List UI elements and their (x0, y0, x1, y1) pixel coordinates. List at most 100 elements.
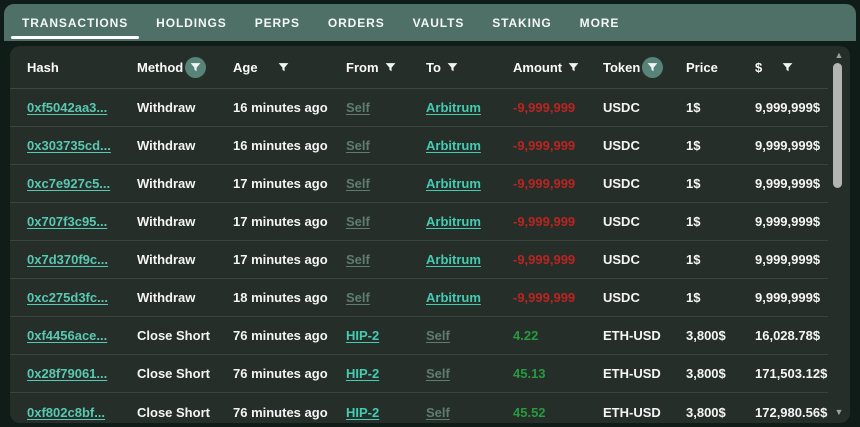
column-header-price: Price (686, 60, 755, 75)
amount-value: -9,999,999 (513, 214, 575, 229)
usd-value: 172,980.56$ (755, 405, 827, 420)
column-header-from: From (346, 60, 426, 75)
filter-icon[interactable] (277, 61, 290, 74)
from-link[interactable]: Self (346, 214, 370, 229)
to-link[interactable]: Self (426, 366, 450, 381)
token-value: USDC (603, 100, 640, 115)
to-link[interactable]: Arbitrum (426, 176, 481, 191)
column-label: Price (686, 60, 718, 75)
column-label: To (426, 60, 441, 75)
price-value: 1$ (686, 138, 700, 153)
column-header-age: Age (233, 60, 346, 75)
age-value: 76 minutes ago (233, 366, 328, 381)
token-value: USDC (603, 290, 640, 305)
column-header-method: Method (137, 57, 233, 78)
amount-value: -9,999,999 (513, 290, 575, 305)
column-header-amount: Amount (513, 60, 603, 75)
to-link[interactable]: Arbitrum (426, 138, 481, 153)
age-value: 18 minutes ago (233, 290, 328, 305)
usd-value: 9,999,999$ (755, 138, 820, 153)
to-link[interactable]: Arbitrum (426, 252, 481, 267)
table-row: 0xf802c8bf... Close Short 76 minutes ago HI… (10, 393, 828, 423)
amount-value: -9,999,999 (513, 252, 575, 267)
method-value: Withdraw (137, 290, 195, 305)
age-value: 76 minutes ago (233, 405, 328, 420)
to-link[interactable]: Self (426, 405, 450, 420)
filter-icon[interactable] (446, 61, 459, 74)
age-value: 76 minutes ago (233, 328, 328, 343)
from-link[interactable]: Self (346, 176, 370, 191)
from-link[interactable]: Self (346, 252, 370, 267)
price-value: 1$ (686, 252, 700, 267)
to-link[interactable]: Arbitrum (426, 100, 481, 115)
method-value: Withdraw (137, 100, 195, 115)
hash-link[interactable]: 0x28f79061... (27, 366, 107, 381)
age-value: 16 minutes ago (233, 138, 328, 153)
table-header-row: HashMethodAgeFromToAmountTokenPrice$ (10, 46, 828, 89)
token-value: USDC (603, 252, 640, 267)
hash-link[interactable]: 0xf802c8bf... (27, 405, 105, 420)
scrollbar[interactable]: ▲ ▼ (828, 46, 850, 423)
filter-icon[interactable] (567, 61, 580, 74)
filter-icon[interactable] (384, 61, 397, 74)
tab-holdings[interactable]: HOLDINGS (142, 4, 241, 41)
tab-perps[interactable]: PERPS (241, 4, 314, 41)
method-value: Withdraw (137, 176, 195, 191)
hash-link[interactable]: 0xc275d3fc... (27, 290, 108, 305)
to-link[interactable]: Arbitrum (426, 214, 481, 229)
token-value: USDC (603, 214, 640, 229)
to-link[interactable]: Arbitrum (426, 290, 481, 305)
hash-link[interactable]: 0x707f3c95... (27, 214, 107, 229)
column-label: Age (233, 60, 258, 75)
column-label: $ (755, 60, 762, 75)
token-value: ETH-USD (603, 405, 661, 420)
tab-transactions[interactable]: TRANSACTIONS (8, 4, 142, 41)
amount-value: 45.52 (513, 405, 546, 420)
amount-value: -9,999,999 (513, 100, 575, 115)
method-value: Close Short (137, 405, 210, 420)
amount-value: 45.13 (513, 366, 546, 381)
from-link[interactable]: HIP-2 (346, 405, 379, 420)
amount-value: 4.22 (513, 328, 538, 343)
table-row: 0x7d370f9c...Withdraw17 minutes agoSelfA… (10, 241, 828, 279)
method-value: Withdraw (137, 138, 195, 153)
table-row: 0xf5042aa3...Withdraw16 minutes agoSelfA… (10, 89, 828, 127)
tab-more[interactable]: MORE (566, 4, 634, 41)
filter-icon[interactable] (185, 57, 206, 78)
table-row: 0x28f79061... Close Short 76 minutes ago HI… (10, 355, 828, 393)
price-value: 3,800$ (686, 328, 726, 343)
table-row: 0x707f3c95...Withdraw17 minutes agoSelfA… (10, 203, 828, 241)
usd-value: 9,999,999$ (755, 252, 820, 267)
price-value: 3,800$ (686, 366, 726, 381)
token-value: ETH-USD (603, 366, 661, 381)
table-row: 0x303735cd... Withdraw 16 minutes ago Self A… (10, 127, 828, 165)
token-value: USDC (603, 138, 640, 153)
from-link[interactable]: Self (346, 290, 370, 305)
hash-link[interactable]: 0x7d370f9c... (27, 252, 108, 267)
hash-link[interactable]: 0x303735cd... (27, 138, 111, 153)
filter-icon[interactable] (781, 61, 794, 74)
from-link[interactable]: HIP-2 (346, 366, 379, 381)
token-value: ETH-USD (603, 328, 661, 343)
price-value: 1$ (686, 214, 700, 229)
scroll-down-icon[interactable]: ▼ (828, 408, 850, 417)
hash-link[interactable]: 0xf5042aa3... (27, 100, 107, 115)
tab-staking[interactable]: STAKING (478, 4, 565, 41)
hash-link[interactable]: 0xc7e927c5... (27, 176, 110, 191)
tab-vaults[interactable]: VAULTS (399, 4, 479, 41)
scroll-up-icon[interactable]: ▲ (828, 51, 850, 60)
hash-link[interactable]: 0xf4456ace... (27, 328, 107, 343)
to-link[interactable]: Self (426, 328, 450, 343)
tab-orders[interactable]: ORDERS (314, 4, 399, 41)
method-value: Close Short (137, 366, 210, 381)
filter-icon[interactable] (642, 57, 663, 78)
from-link[interactable]: Self (346, 138, 370, 153)
age-value: 17 minutes ago (233, 252, 328, 267)
table-body: 0xf5042aa3... Withdraw 16 minutes ago Self A… (10, 89, 828, 423)
scrollbar-thumb[interactable] (833, 63, 842, 188)
column-header-to: To (426, 60, 513, 75)
age-value: 17 minutes ago (233, 176, 328, 191)
from-link[interactable]: HIP-2 (346, 328, 379, 343)
usd-value: 171,503.12$ (755, 366, 827, 381)
from-link[interactable]: Self (346, 100, 370, 115)
